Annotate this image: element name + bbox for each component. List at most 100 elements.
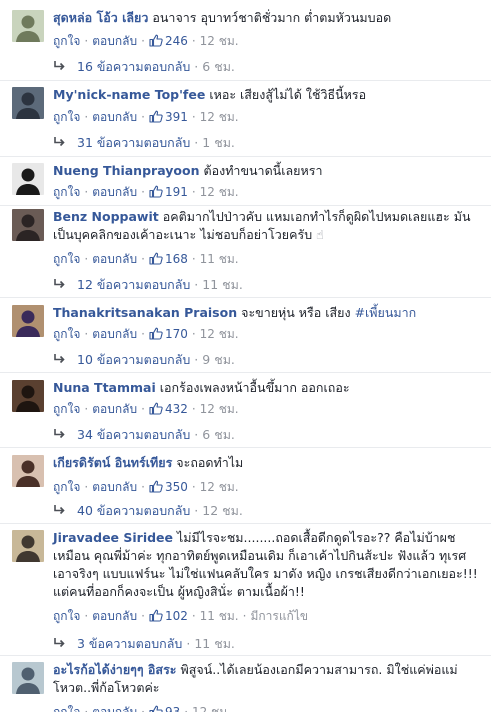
comment-author-link[interactable]: Benz Noppawit [53, 209, 159, 224]
reply-link[interactable]: ตอบกลับ [92, 185, 137, 199]
reply-link[interactable]: ตอบกลับ [92, 480, 137, 494]
separator-dot: · [141, 185, 145, 199]
separator-dot: · [194, 352, 199, 367]
comment-timestamp[interactable]: 12 ชม. [200, 402, 239, 416]
like-count: 246 [164, 34, 188, 48]
like-count-link[interactable]: 168 [149, 252, 188, 266]
comment-author-link[interactable]: Nuna Ttammai [53, 380, 156, 395]
like-link[interactable]: ถูกใจ [53, 34, 80, 48]
comment-timestamp[interactable]: 11 ชม. [200, 609, 239, 623]
divider [0, 297, 491, 298]
thumbs-up-icon [149, 185, 163, 198]
comment-timestamp[interactable]: 12 ชม. [200, 34, 239, 48]
like-count-link[interactable]: 170 [149, 327, 188, 341]
comment-author-link[interactable]: My'nick-name Top'fee [53, 87, 205, 102]
reply-link[interactable]: ตอบกลับ [92, 402, 137, 416]
comment-actions: ถูกใจ · ตอบกลับ · 170 · 12 ชม. [53, 325, 239, 343]
like-link[interactable]: ถูกใจ [53, 609, 80, 623]
thumbs-up-icon [149, 252, 163, 265]
comment-text: เอกร้องเพลงหน้าอื้นขึ้มาก ออกเถอะ [159, 380, 350, 395]
like-count: 102 [164, 609, 188, 623]
like-link[interactable]: ถูกใจ [53, 705, 80, 712]
avatar[interactable] [12, 10, 44, 42]
divider [0, 523, 491, 524]
like-link[interactable]: ถูกใจ [53, 252, 80, 266]
avatar[interactable] [12, 305, 44, 337]
reply-link[interactable]: ตอบกลับ [92, 327, 137, 341]
comment-timestamp[interactable]: 12 ชม. [200, 480, 239, 494]
like-link[interactable]: ถูกใจ [53, 327, 80, 341]
comment-text: ต้องทำขนาดนี้เลยหรา [203, 163, 323, 178]
comment-author-link[interactable]: Thanakritsanakan Praison [53, 305, 237, 320]
view-replies[interactable]: 10 ข้อความตอบกลับ · 9 ชม. [53, 350, 235, 370]
avatar[interactable] [12, 87, 44, 119]
edited-link[interactable]: มีการแก้ไข [250, 609, 308, 623]
separator-dot: · [141, 252, 145, 266]
reply-link[interactable]: ตอบกลับ [92, 34, 137, 48]
replies-count-link[interactable]: 12 ข้อความตอบกลับ [77, 277, 190, 292]
replies-count-link[interactable]: 10 ข้อความตอบกลับ [77, 352, 190, 367]
separator-dot: · [141, 609, 145, 623]
comment-timestamp[interactable]: 12 ชม. [200, 327, 239, 341]
separator-dot: · [141, 402, 145, 416]
hashtag-link[interactable]: #เพี้ยนมาก [355, 305, 417, 320]
like-count: 93 [164, 705, 181, 712]
like-count-link[interactable]: 191 [149, 185, 188, 199]
avatar[interactable] [12, 380, 44, 412]
replies-count-link[interactable]: 34 ข้อความตอบกลับ [77, 427, 190, 442]
like-link[interactable]: ถูกใจ [53, 110, 80, 124]
view-replies[interactable]: 31 ข้อความตอบกลับ · 1 ชม. [53, 133, 235, 153]
replies-count-link[interactable]: 3 ข้อความตอบกลับ [77, 636, 182, 651]
comment-timestamp[interactable]: 12 ชม. [200, 185, 239, 199]
view-replies[interactable]: 3 ข้อความตอบกลับ · 11 ชม. [53, 634, 235, 654]
separator-dot: · [141, 110, 145, 124]
comment-timestamp[interactable]: 11 ชม. [200, 252, 239, 266]
like-count-link[interactable]: 102 [149, 609, 188, 623]
avatar[interactable] [12, 530, 44, 562]
reply-link[interactable]: ตอบกลับ [92, 609, 137, 623]
comment-author-link[interactable]: เกียรดิรัตน์ อินทร์เทียร [53, 455, 172, 470]
view-replies[interactable]: 40 ข้อความตอบกลับ · 12 ชม. [53, 501, 243, 521]
comment-actions: ถูกใจ · ตอบกลับ · 350 · 12 ชม. [53, 478, 239, 496]
comment-author-link[interactable]: สุดหล่อ โอ้ว เลียว [53, 10, 148, 25]
avatar[interactable] [12, 455, 44, 487]
comment-actions: ถูกใจ · ตอบกลับ · 93 · 12 ชม. [53, 703, 231, 712]
comment-author-link[interactable]: อะไรก้อได้ง่ายๆๆ อิสระ [53, 662, 177, 677]
reply-link[interactable]: ตอบกลับ [92, 705, 137, 712]
comment-author-link[interactable]: Nueng Thianprayoon [53, 163, 199, 178]
like-link[interactable]: ถูกใจ [53, 185, 80, 199]
like-count-link[interactable]: 432 [149, 402, 188, 416]
divider [0, 372, 491, 373]
like-link[interactable]: ถูกใจ [53, 480, 80, 494]
comment-timestamp[interactable]: 12 ชม. [192, 705, 231, 712]
reply-timestamp: 12 ชม. [202, 503, 243, 518]
replies-count-link[interactable]: 40 ข้อความตอบกลับ [77, 503, 190, 518]
avatar[interactable] [12, 662, 44, 694]
like-count-link[interactable]: 391 [149, 110, 188, 124]
like-count-link[interactable]: 246 [149, 34, 188, 48]
view-replies[interactable]: 16 ข้อความตอบกลับ · 6 ชม. [53, 57, 235, 77]
separator-dot: · [191, 480, 196, 494]
replies-count-link[interactable]: 31 ข้อความตอบกลับ [77, 135, 190, 150]
reply-link[interactable]: ตอบกลับ [92, 252, 137, 266]
reply-timestamp: 11 ชม. [202, 277, 243, 292]
like-count-link[interactable]: 93 [149, 705, 180, 712]
comment-body: Nueng Thianprayoon ต้องทำขนาดนี้เลยหรา [53, 162, 483, 180]
like-count-link[interactable]: 350 [149, 480, 188, 494]
avatar[interactable] [12, 209, 44, 241]
comment-actions: ถูกใจ · ตอบกลับ · 102 · 11 ชม. · มีการแก้ไข [53, 607, 308, 625]
avatar[interactable] [12, 163, 44, 195]
separator-dot: · [84, 327, 89, 341]
like-link[interactable]: ถูกใจ [53, 402, 80, 416]
view-replies[interactable]: 34 ข้อความตอบกลับ · 6 ชม. [53, 425, 235, 445]
replies-count-link[interactable]: 16 ข้อความตอบกลับ [77, 59, 190, 74]
thumbs-up-icon [149, 327, 163, 340]
comment-timestamp[interactable]: 12 ชม. [200, 110, 239, 124]
like-count: 350 [164, 480, 188, 494]
thumbs-up-icon [149, 705, 163, 712]
separator-dot: · [242, 609, 247, 623]
comment-author-link[interactable]: Jiravadee Siridee [53, 530, 173, 545]
view-replies[interactable]: 12 ข้อความตอบกลับ · 11 ชม. [53, 275, 243, 295]
reply-link[interactable]: ตอบกลับ [92, 110, 137, 124]
reply-timestamp: 9 ชม. [202, 352, 235, 367]
